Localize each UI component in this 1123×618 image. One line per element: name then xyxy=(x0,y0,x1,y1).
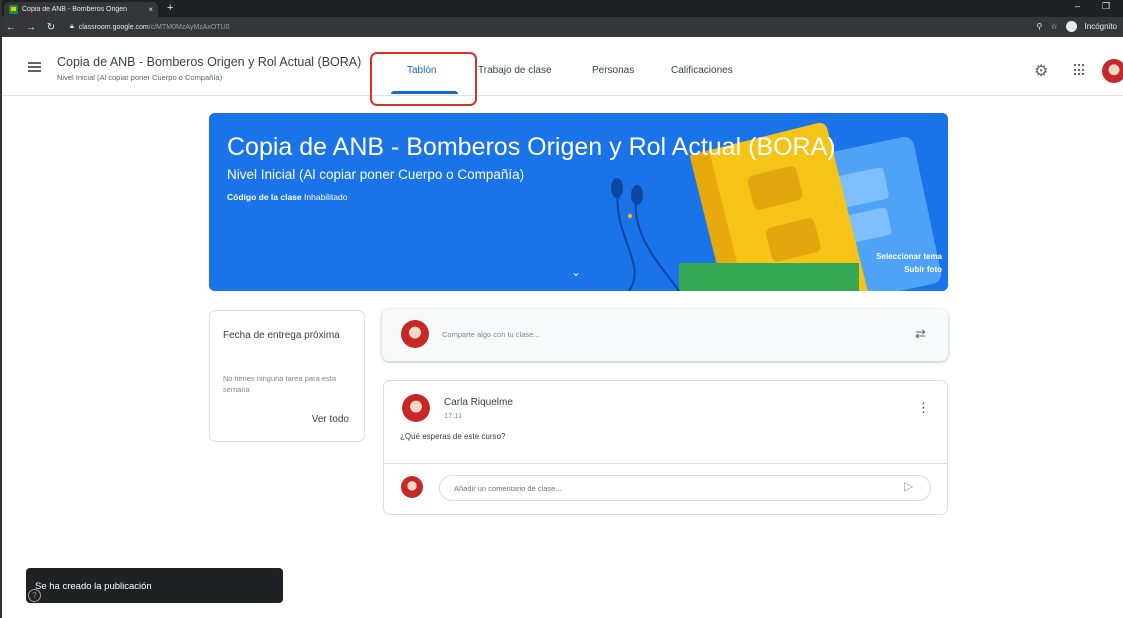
post-author: Carla Riquelme xyxy=(444,397,513,408)
user-avatar xyxy=(401,320,429,348)
banner-title[interactable]: Copia de ANB - Bomberos Origen y Rol Act… xyxy=(227,133,836,162)
banner-subtitle: Nivel Inicial (Al copiar poner Cuerpo o … xyxy=(227,167,525,182)
tab-personas[interactable]: Personas xyxy=(592,65,634,76)
restore-icon[interactable]: ❐ xyxy=(1102,1,1110,12)
tab-close-icon[interactable]: × xyxy=(148,5,153,14)
zoom-icon[interactable]: ⚲ xyxy=(1037,22,1043,31)
class-title[interactable]: Copia de ANB - Bomberos Origen y Rol Act… xyxy=(57,55,361,69)
share-box[interactable]: Comparte algo con tu clase... ⇄ xyxy=(382,309,948,361)
divider xyxy=(384,463,947,464)
new-tab-button[interactable]: + xyxy=(167,2,173,15)
browser-tab[interactable]: Copia de ANB - Bomberos Origen × xyxy=(4,2,158,17)
account-avatar[interactable] xyxy=(1102,59,1123,83)
post-body: ¿Qué esperas de este curso? xyxy=(400,432,506,441)
repost-icon[interactable]: ⇄ xyxy=(915,326,926,342)
url-path: /c/MTM0MzAyMzAxOTU0 xyxy=(148,23,230,31)
snackbar: Se ha creado la publicación xyxy=(26,568,283,603)
comment-input[interactable] xyxy=(439,475,931,501)
class-code: Código de la clase Inhabilitado xyxy=(227,192,348,202)
classroom-header: Copia de ANB - Bomberos Origen y Rol Act… xyxy=(2,37,1123,96)
upcoming-title: Fecha de entrega próxima xyxy=(223,330,340,341)
browser-tab-bar: Copia de ANB - Bomberos Origen × + – ❐ xyxy=(2,0,1123,17)
class-code-value: Inhabilitado xyxy=(304,192,348,202)
send-icon[interactable]: ▷ xyxy=(904,479,913,493)
tab-calificaciones[interactable]: Calificaciones xyxy=(671,65,733,76)
classroom-favicon-icon xyxy=(9,5,18,14)
select-theme-link[interactable]: Seleccionar tema xyxy=(876,252,942,261)
help-icon[interactable]: ? xyxy=(28,589,41,602)
snackbar-message: Se ha creado la publicación xyxy=(35,581,152,592)
highlight-annotation xyxy=(370,52,477,106)
upcoming-empty-text: No tienes ninguna tarea para esta semana xyxy=(223,374,336,394)
lock-icon: 🔒︎ xyxy=(70,23,74,30)
upload-photo-link[interactable]: Subir foto xyxy=(904,265,942,274)
minimize-icon[interactable]: – xyxy=(1075,1,1080,11)
browser-tab-title: Copia de ANB - Bomberos Origen xyxy=(22,6,128,13)
star-icon[interactable]: ☆ xyxy=(1050,22,1057,31)
post-time: 17:11 xyxy=(444,411,463,420)
reload-icon[interactable]: ↻ xyxy=(46,22,56,33)
tab-trabajo-de-clase[interactable]: Trabajo de clase xyxy=(478,65,552,76)
more-options-icon[interactable]: ⋮ xyxy=(917,401,930,414)
hamburger-menu-icon[interactable] xyxy=(28,62,41,72)
share-placeholder[interactable]: Comparte algo con tu clase... xyxy=(442,330,540,339)
url-host: classroom.google.com xyxy=(78,23,149,31)
upcoming-card: Fecha de entrega próxima No tienes ningu… xyxy=(209,310,365,442)
google-apps-icon[interactable] xyxy=(1074,64,1086,76)
incognito-icon xyxy=(1065,21,1077,32)
class-subtitle: Nivel Inicial (Al copiar poner Cuerpo o … xyxy=(57,73,223,82)
page: Copia de ANB - Bomberos Origen × + – ❐ ←… xyxy=(0,0,1123,618)
forward-icon[interactable]: → xyxy=(26,22,36,33)
settings-gear-icon[interactable]: ⚙ xyxy=(1034,64,1048,80)
url-field[interactable]: 🔒︎ classroom.google.com/c/MTM0MzAyMzAxOT… xyxy=(70,23,230,31)
commenter-avatar xyxy=(401,476,423,498)
author-avatar xyxy=(402,394,430,422)
view-all-link[interactable]: Ver todo xyxy=(312,414,349,425)
back-icon[interactable]: ← xyxy=(6,22,16,33)
chevron-down-icon[interactable]: ⌄ xyxy=(571,265,581,279)
class-code-label: Código de la clase xyxy=(227,192,302,202)
browser-address-bar: ← → ↻ 🔒︎ classroom.google.com/c/MTM0MzAy… xyxy=(2,17,1123,37)
profile-label[interactable]: Incógnito xyxy=(1085,22,1117,31)
announcement-post: Carla Riquelme 17:11 ⋮ ¿Qué esperas de e… xyxy=(383,380,948,515)
class-banner: Copia de ANB - Bomberos Origen y Rol Act… xyxy=(209,113,948,291)
